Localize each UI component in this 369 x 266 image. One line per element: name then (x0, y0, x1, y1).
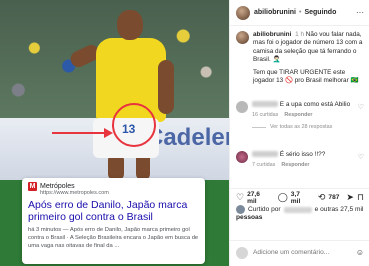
heart-icon[interactable]: ♡ (358, 153, 364, 161)
separator-dot: • (299, 9, 302, 16)
avatar[interactable] (236, 5, 250, 20)
shares-count[interactable]: 787 (328, 194, 339, 201)
avatar[interactable] (236, 101, 248, 113)
blurred-username (283, 206, 312, 213)
caption-timestamp[interactable]: 1 h (295, 31, 304, 38)
share-send-icon[interactable]: ➤ (346, 192, 354, 203)
player-arm (158, 60, 174, 114)
like-heart-icon[interactable]: ♡ (236, 192, 244, 203)
avatar (236, 205, 245, 214)
comment-text: É sério isso !!?? (279, 151, 326, 158)
liked-by-others[interactable]: e outras 27,5 mil (315, 206, 364, 213)
comment-likes[interactable]: 16 curtidas (252, 112, 278, 118)
comment-text: E a upa como está Abilio (279, 101, 351, 108)
arrow-head-icon (104, 128, 113, 138)
likes-count[interactable]: 27,6 mil (247, 191, 271, 205)
post-caption: abiliobrunini 1 h Não vou falar nada, ma… (236, 31, 366, 85)
news-title-link[interactable]: Após erro de Danilo, Japão marca primeir… (28, 199, 199, 223)
comment-item: E a upa como está Abilio 16 curtidas Res… (236, 101, 364, 130)
post-side-panel: abiliobrunini • Seguindo ··· abiliobruni… (229, 0, 369, 266)
repost-icon[interactable]: ⟲ (318, 192, 326, 203)
emoji-icon[interactable]: ☺ (356, 248, 364, 257)
news-source-url: https://www.metropoles.com (40, 190, 109, 196)
comment-likes[interactable]: 7 curtidas (252, 162, 275, 168)
player-head (117, 10, 143, 40)
comments-count[interactable]: 3,7 mil (291, 191, 311, 205)
view-replies-button[interactable]: Ver todas as 28 respostas (252, 124, 356, 130)
avatar (236, 246, 248, 259)
following-button[interactable]: Seguindo (304, 9, 336, 16)
red-arrow-annotation (52, 132, 110, 134)
news-source-name: Metrópoles (40, 183, 75, 190)
post-author-username[interactable]: abiliobrunini (254, 9, 296, 16)
blurred-username (252, 101, 278, 108)
metropoles-logo-icon: M (28, 182, 37, 191)
reply-button[interactable]: Responder (284, 112, 312, 118)
more-options-icon[interactable]: ··· (356, 8, 364, 17)
liked-by-label: Curtido por (248, 206, 281, 213)
add-comment-bar: ☺ (230, 240, 369, 264)
liked-by-people: pessoas (236, 214, 263, 221)
heart-icon[interactable]: ♡ (358, 103, 364, 111)
caption-username[interactable]: abiliobrunini (253, 31, 291, 38)
avatar[interactable] (236, 151, 248, 163)
reply-button[interactable]: Responder (281, 162, 309, 168)
comment-item: É sério isso !!?? 7 curtidas Responder ♡ (236, 151, 364, 168)
post-photo[interactable]: Cadeler 13 M Metrópoles https://www.metr… (0, 0, 229, 266)
avatar[interactable] (236, 31, 249, 44)
add-comment-input[interactable] (253, 249, 343, 256)
comment-icon[interactable]: ◯ (278, 192, 288, 203)
news-snippet: há 3 minutos — Após erro de Danilo, Japã… (28, 227, 199, 249)
news-search-result-card[interactable]: M Metrópoles https://www.metropoles.com … (22, 178, 205, 264)
caption-text-2: Tem que TIRAR URGENTE este jogador 13 🚫 … (253, 68, 359, 85)
post-header: abiliobrunini • Seguindo ··· (230, 0, 369, 26)
blurred-username (252, 151, 278, 158)
bookmark-icon[interactable]: ⊓ (357, 192, 364, 203)
red-circle-annotation (112, 103, 156, 147)
liked-by-line: Curtido por e outras 27,5 mil (236, 205, 366, 214)
action-bar: ♡ 27,6 mil ◯ 3,7 mil ⟲ 787 ➤ ⊓ (230, 188, 369, 206)
